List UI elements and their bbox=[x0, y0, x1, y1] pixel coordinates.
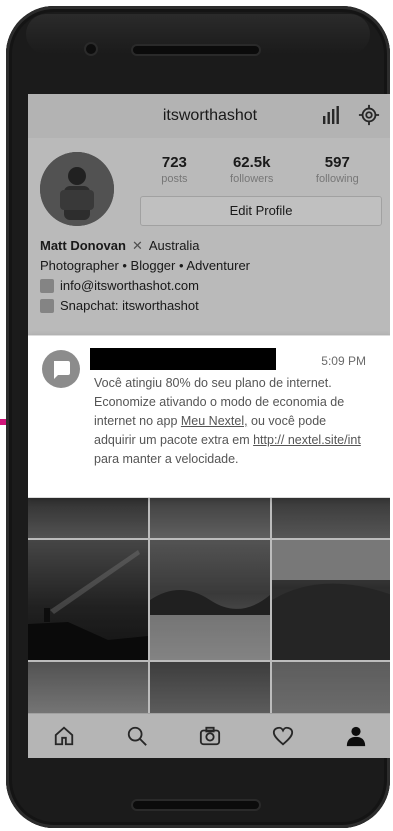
message-icon bbox=[42, 350, 80, 388]
home-icon bbox=[55, 726, 74, 746]
photo-tile[interactable] bbox=[150, 498, 270, 538]
app-bar: itsworthashot bbox=[28, 94, 390, 139]
profile-location: Australia bbox=[148, 238, 200, 253]
profile-bio: Matt Donovan ✕ Australia Photographer • … bbox=[40, 236, 380, 316]
bottom-speaker bbox=[133, 801, 259, 809]
profile-header: 723 posts 62.5k followers 597 following … bbox=[28, 138, 390, 338]
photo-tile[interactable] bbox=[28, 662, 148, 718]
search-icon bbox=[128, 726, 148, 746]
stat-following[interactable]: 597 following bbox=[316, 154, 359, 188]
profile-tagline: Photographer • Blogger • Adventurer bbox=[40, 258, 251, 273]
nav-activity[interactable] bbox=[270, 723, 296, 749]
profile-snapchat: Snapchat: itsworthashot bbox=[60, 298, 199, 313]
notification-time: 5:09 PM bbox=[321, 354, 366, 368]
photo-tile[interactable] bbox=[272, 540, 390, 660]
redacted-sender bbox=[90, 348, 276, 370]
profile-icon bbox=[346, 726, 365, 747]
top-speaker bbox=[133, 46, 259, 54]
front-camera bbox=[86, 44, 96, 54]
notification-card[interactable]: 5:09 PM Você atingiu 80% do seu plano de… bbox=[28, 335, 390, 498]
camera-icon bbox=[199, 726, 221, 746]
nextel-url-link[interactable]: http:// nextel.site/int bbox=[253, 433, 361, 447]
photo-tile[interactable] bbox=[28, 498, 148, 538]
avatar-image bbox=[40, 152, 114, 226]
nav-home[interactable] bbox=[51, 723, 77, 749]
edit-profile-button[interactable]: Edit Profile bbox=[140, 196, 382, 226]
photo-tile[interactable] bbox=[150, 662, 270, 718]
nav-search[interactable] bbox=[124, 723, 150, 749]
photo-tile[interactable] bbox=[272, 662, 390, 718]
snapchat-icon bbox=[40, 299, 54, 313]
notification-body: Você atingiu 80% do seu plano de interne… bbox=[94, 376, 361, 466]
avatar[interactable] bbox=[40, 152, 114, 226]
meu-nextel-link[interactable]: Meu Nextel, bbox=[181, 414, 248, 428]
gear-icon[interactable] bbox=[358, 104, 380, 126]
bar-chart-icon[interactable] bbox=[322, 106, 342, 124]
profile-name: Matt Donovan bbox=[40, 238, 126, 253]
nav-camera[interactable] bbox=[197, 723, 223, 749]
heart-icon bbox=[272, 726, 293, 746]
photo-tile[interactable] bbox=[150, 540, 270, 660]
nav-profile[interactable] bbox=[343, 723, 369, 749]
profile-stats: 723 posts 62.5k followers 597 following bbox=[140, 154, 380, 188]
stat-followers[interactable]: 62.5k followers bbox=[230, 154, 273, 188]
bottom-navigation bbox=[28, 713, 390, 758]
cross-icon: ✕ bbox=[131, 238, 143, 253]
phone-screen: itsworthashot 723 posts 62.5k followers … bbox=[28, 94, 390, 758]
email-icon bbox=[40, 279, 54, 293]
stat-posts[interactable]: 723 posts bbox=[161, 154, 187, 188]
profile-email[interactable]: info@itsworthashot.com bbox=[60, 276, 199, 296]
photo-tile[interactable] bbox=[272, 498, 390, 538]
photo-tile[interactable] bbox=[28, 540, 148, 660]
photo-grid bbox=[28, 498, 390, 718]
phone-frame: itsworthashot 723 posts 62.5k followers … bbox=[6, 6, 390, 828]
